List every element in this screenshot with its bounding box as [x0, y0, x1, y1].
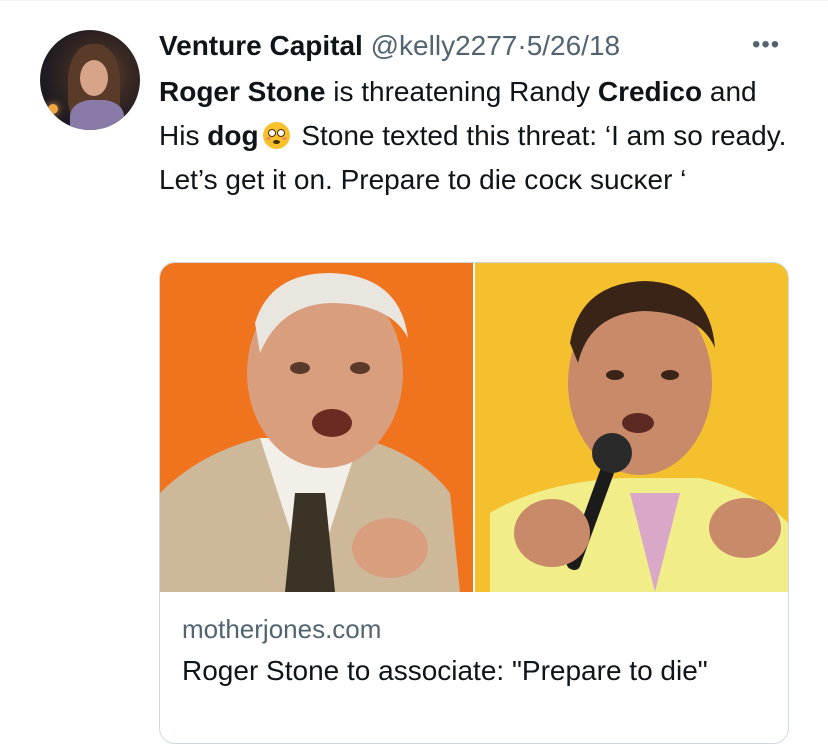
mention-roger-stone: Roger Stone — [159, 76, 326, 107]
word-dog: dog — [207, 120, 259, 151]
author-name[interactable]: Venture Capital — [159, 30, 363, 61]
card-title: Roger Stone to associate: "Prepare to di… — [182, 655, 708, 686]
link-preview-card[interactable]: motherjones.com Roger Stone to associate… — [159, 262, 789, 744]
flushed-face-emoji-icon — [262, 122, 290, 149]
author-handle[interactable]: @kelly2277 — [371, 30, 518, 61]
tweet-header: Venture Capital @kelly2277·5/26/18 — [159, 28, 620, 64]
tweet-text-part: is threatening Randy — [325, 76, 598, 107]
tweet-text: Roger Stone is threatening Randy Credico… — [159, 70, 799, 202]
author-avatar[interactable] — [40, 30, 140, 130]
card-domain: motherjones.com — [182, 614, 382, 644]
mention-credico: Credico — [597, 76, 703, 107]
tweet-date[interactable]: 5/26/18 — [527, 30, 620, 61]
separator-dot: · — [517, 30, 527, 61]
card-image[interactable] — [160, 263, 788, 592]
more-horizontal-icon[interactable]: ••• — [752, 30, 780, 60]
top-divider — [0, 0, 828, 1]
